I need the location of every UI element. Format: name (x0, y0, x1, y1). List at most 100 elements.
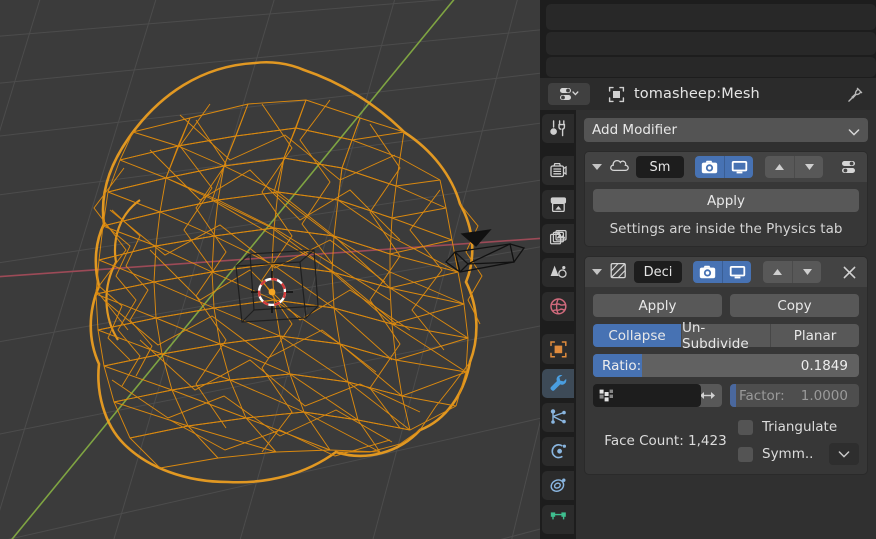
physics-orbit-icon (550, 443, 566, 459)
mode-collapse-label: Collapse (608, 327, 666, 344)
mesh-data-icon (550, 512, 566, 520)
symmetry-label: Symm.. (762, 446, 814, 462)
modifier-visibility-toggles (693, 261, 751, 283)
sidebar-item-modifiers[interactable] (542, 368, 574, 398)
ratio-label: Ratio: (602, 357, 642, 374)
modifier-body: Apply Copy Collapse Un-Subdivide Planar … (585, 287, 867, 474)
modifier-reorder-buttons (763, 261, 821, 283)
modifier-visibility-toggles (695, 156, 753, 178)
empty-band-1 (546, 4, 876, 30)
printer-icon (550, 197, 566, 213)
sidebar-item-object-data[interactable] (542, 504, 574, 534)
modifier-name-value: Deci (643, 264, 673, 280)
sidebar-item-view-layer[interactable] (542, 224, 574, 254)
triangle-up-icon[interactable] (763, 261, 792, 283)
close-x-icon[interactable] (838, 261, 860, 283)
add-modifier-label: Add Modifier (592, 122, 678, 138)
pin-icon[interactable] (846, 86, 864, 104)
object-data-mesh-icon (608, 86, 625, 102)
vertex-group-field[interactable] (593, 384, 701, 407)
decimate-options-column: Triangulate Symm.. (738, 416, 859, 465)
modifier-panel-decimate: Deci Apply Copy Collapse Un-Subdivide Pl… (584, 256, 868, 475)
breadcrumb: tomasheep:Mesh (608, 86, 760, 103)
sidebar-item-scene[interactable] (542, 258, 574, 288)
modifier-name-field[interactable]: Deci (634, 261, 682, 283)
copy-label: Copy (777, 297, 812, 314)
realtime-display-icon[interactable] (724, 156, 753, 178)
properties-editor-icon (560, 88, 579, 100)
mode-planar-label: Planar (793, 327, 837, 344)
empty-band-2 (546, 32, 876, 55)
empty-band-3 (546, 57, 876, 77)
object-square-icon (549, 340, 567, 358)
images-icon (549, 230, 567, 245)
sidebar-item-tool[interactable] (542, 114, 574, 144)
triangle-down-icon[interactable] (592, 269, 602, 275)
add-modifier-button[interactable]: Add Modifier (584, 118, 868, 142)
modifier-header[interactable]: Deci (585, 257, 867, 287)
modifier-name-field[interactable]: Sm (636, 156, 684, 178)
mode-collapse-button[interactable]: Collapse (593, 324, 681, 347)
triangulate-row[interactable]: Triangulate (738, 416, 859, 438)
factor-label: Factor: (739, 387, 785, 404)
symmetry-checkbox[interactable] (738, 446, 753, 462)
realtime-display-icon[interactable] (722, 261, 751, 283)
triangle-up-icon[interactable] (765, 156, 794, 178)
constraint-icon (550, 478, 565, 492)
mode-unsubdivide-label: Un-Subdivide (682, 319, 749, 352)
mode-unsubdivide-button[interactable]: Un-Subdivide (681, 320, 770, 352)
triangulate-label: Triangulate (762, 419, 838, 435)
apply-button[interactable]: Apply (593, 294, 722, 317)
triangulate-checkbox[interactable] (738, 419, 753, 435)
copy-button[interactable]: Copy (730, 294, 859, 317)
modifier-body: Apply Settings are inside the Physics ta… (585, 182, 867, 246)
render-camera-icon[interactable] (693, 261, 722, 283)
wrench-icon (550, 375, 567, 391)
dropdown-extras-icon[interactable] (838, 156, 860, 178)
properties-body: Add Modifier Sm Apply Settings are insid… (576, 110, 876, 539)
vertex-group-icon (599, 389, 613, 401)
symmetry-axis-dropdown[interactable] (829, 443, 859, 465)
modifier-name-value: Sm (649, 159, 671, 175)
sidebar-item-world[interactable] (542, 292, 574, 322)
sidebar-item-constraints[interactable] (542, 470, 574, 500)
triangle-down-icon[interactable] (794, 156, 823, 178)
sidebar-item-render[interactable] (542, 156, 574, 186)
face-count-label: Face Count: 1,423 (604, 432, 727, 449)
scene-cone-icon (550, 265, 567, 279)
facecount-options-row: Face Count: 1,423 Triangulate Symm.. (593, 416, 859, 465)
vertex-group-row: Factor: 1.0000 (593, 384, 859, 407)
chevron-down-icon (838, 450, 850, 458)
properties-tab-rail (540, 110, 576, 539)
modifier-header[interactable]: Sm (585, 152, 867, 182)
3d-viewport[interactable] (0, 0, 540, 539)
particles-icon (550, 408, 566, 424)
render-camera-icon[interactable] (695, 156, 724, 178)
tool-icon (549, 120, 565, 137)
triangle-down-icon[interactable] (592, 164, 602, 170)
apply-button[interactable]: Apply (593, 189, 859, 212)
factor-value: 1.0000 (800, 387, 848, 404)
top-empty-panels (540, 0, 876, 78)
ratio-slider[interactable]: Ratio: 0.1849 (593, 354, 859, 377)
modifier-note: Settings are inside the Physics tab (609, 221, 843, 237)
factor-slider[interactable]: Factor: 1.0000 (730, 384, 859, 407)
modifier-panel-smoke: Sm Apply Settings are inside the Physics… (584, 151, 868, 247)
sidebar-item-particles[interactable] (542, 402, 574, 432)
mode-planar-button[interactable]: Planar (770, 324, 859, 347)
apply-copy-row: Apply Copy (593, 294, 859, 317)
apply-label: Apply (638, 297, 677, 314)
sidebar-item-output[interactable] (542, 190, 574, 220)
editor-type-selector[interactable] (548, 83, 590, 105)
decimate-mode-segments: Collapse Un-Subdivide Planar (593, 320, 859, 352)
breadcrumb-label: tomasheep:Mesh (634, 86, 760, 102)
smoke-cloud-icon (609, 157, 630, 178)
triangle-down-icon[interactable] (792, 261, 821, 283)
factor-slider-fill (730, 384, 737, 407)
sidebar-item-object[interactable] (542, 334, 574, 364)
camera-back-icon (549, 163, 567, 178)
world-globe-icon (549, 298, 567, 315)
symmetry-row[interactable]: Symm.. (738, 443, 859, 465)
sidebar-item-physics[interactable] (542, 436, 574, 466)
properties-editor: tomasheep:Mesh Add Modifier Sm Apply Set… (540, 0, 876, 539)
